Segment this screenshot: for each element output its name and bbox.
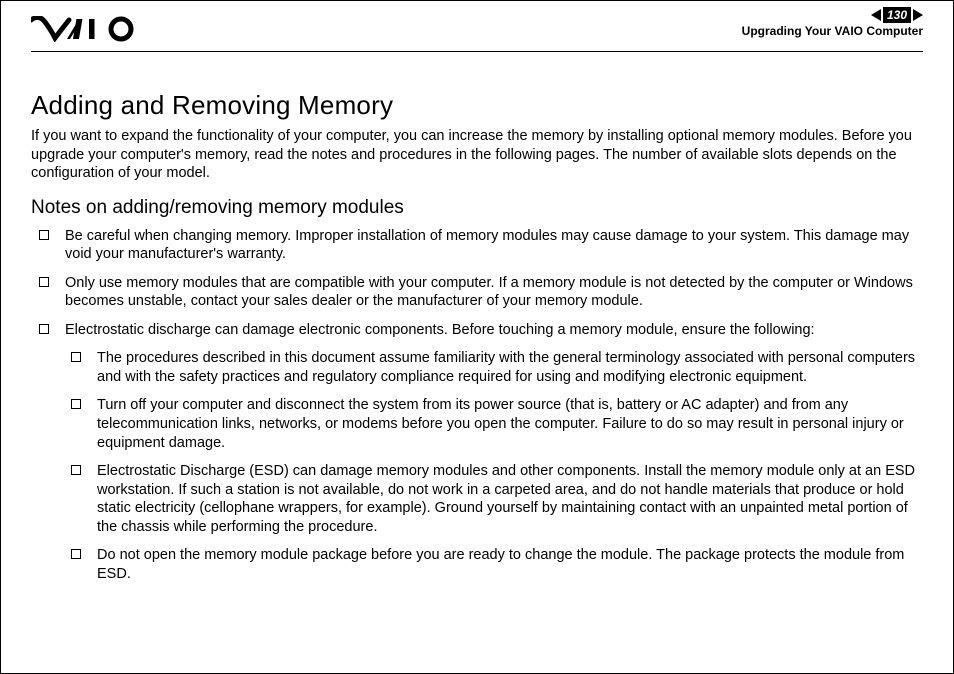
next-page-arrow-icon[interactable] xyxy=(913,9,923,21)
header-right: 130 Upgrading Your VAIO Computer xyxy=(742,7,923,39)
list-item: Turn off your computer and disconnect th… xyxy=(65,396,921,452)
page-number: 130 xyxy=(883,7,911,23)
vaio-logo xyxy=(31,7,141,51)
list-item: Be careful when changing memory. Imprope… xyxy=(31,227,921,264)
page-title: Adding and Removing Memory xyxy=(31,90,923,121)
page-header: 130 Upgrading Your VAIO Computer xyxy=(31,1,923,52)
page-content: Adding and Removing Memory If you want t… xyxy=(31,52,923,583)
intro-paragraph: If you want to expand the functionality … xyxy=(31,127,923,183)
list-item: The procedures described in this documen… xyxy=(65,349,921,386)
notes-list: Be careful when changing memory. Imprope… xyxy=(31,227,923,584)
document-page: 130 Upgrading Your VAIO Computer Adding … xyxy=(0,0,954,674)
list-item-text: Electrostatic discharge can damage elect… xyxy=(65,322,815,338)
prev-page-arrow-icon[interactable] xyxy=(871,9,881,21)
vaio-logo-icon xyxy=(31,16,141,42)
section-title: Upgrading Your VAIO Computer xyxy=(742,25,923,39)
list-item: Only use memory modules that are compati… xyxy=(31,274,921,311)
list-item: Electrostatic Discharge (ESD) can damage… xyxy=(65,462,921,536)
list-item: Electrostatic discharge can damage elect… xyxy=(31,321,921,584)
list-item: Do not open the memory module package be… xyxy=(65,546,921,583)
nested-list: The procedures described in this documen… xyxy=(65,349,921,583)
page-number-badge: 130 xyxy=(871,7,923,23)
subheading: Notes on adding/removing memory modules xyxy=(31,197,923,219)
